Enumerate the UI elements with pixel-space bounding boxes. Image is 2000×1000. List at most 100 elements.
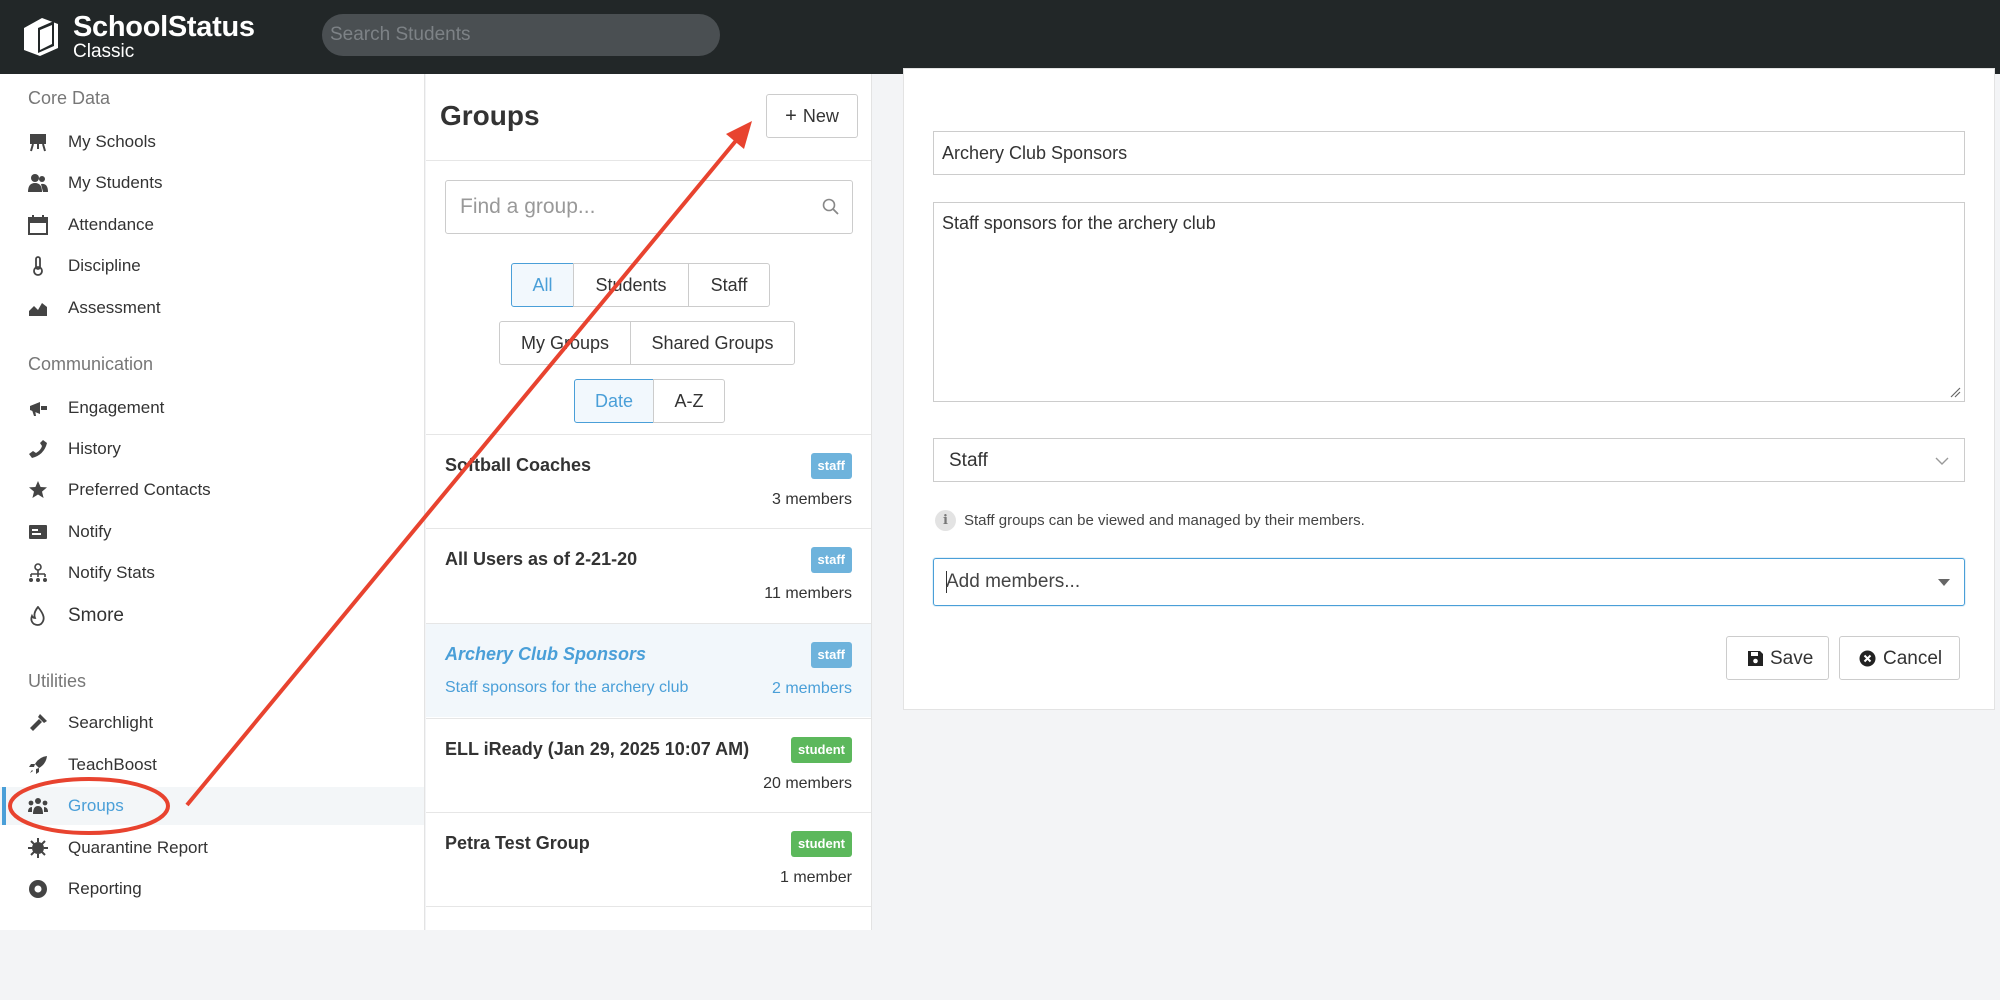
chevron-down-icon (1935, 457, 1949, 465)
area-chart-icon (29, 303, 47, 316)
sidebar-item-label: TeachBoost (68, 755, 157, 774)
sidebar-item-label: My Students (68, 173, 163, 192)
group-list-item-selected[interactable]: Archery Club Sponsors staff Staff sponso… (426, 623, 871, 717)
brand-name: SchoolStatus (73, 11, 255, 43)
calendar-icon (28, 215, 48, 235)
sidebar-item-label: My Schools (68, 132, 156, 151)
sidebar-item-engagement[interactable]: Engagement (0, 389, 424, 427)
group-type-badge: student (791, 831, 852, 857)
sidebar-item-label: Smore (68, 605, 124, 626)
filter-students-button[interactable]: Students (573, 263, 689, 307)
sidebar-item-label: Reporting (68, 879, 142, 898)
new-group-button[interactable]: + New (766, 94, 858, 138)
find-group-input[interactable] (445, 180, 853, 234)
sidebar-item-label: Groups (68, 796, 124, 815)
member-count: 2 members (771, 680, 852, 697)
sidebar-item-smore[interactable]: Smore (0, 597, 424, 635)
star-icon (29, 481, 47, 498)
search-students-input[interactable] (322, 14, 720, 56)
sidebar-item-reporting[interactable]: Reporting (0, 870, 424, 908)
sidebar-item-teachboost[interactable]: TeachBoost (0, 746, 424, 784)
add-members-field[interactable] (933, 558, 1965, 606)
sidebar-item-label: Assessment (68, 298, 161, 317)
sidebar-item-label: Engagement (68, 398, 165, 417)
member-count: 3 members (771, 491, 852, 508)
sort-date-button[interactable]: Date (574, 379, 654, 423)
sidebar-item-notify-stats[interactable]: Notify Stats (0, 554, 424, 592)
filter-staff-button[interactable]: Staff (688, 263, 770, 307)
group-name: All Users as of 2-21-20 (445, 549, 638, 569)
filter-all-button[interactable]: All (511, 263, 574, 307)
group-list-item[interactable]: Petra Test Group student 1 member (426, 812, 871, 906)
top-navbar: SchoolStatus Classic (0, 0, 2000, 74)
save-button[interactable]: Save (1726, 636, 1829, 680)
sidebar-item-discipline[interactable]: Discipline (0, 247, 424, 285)
groups-list-panel: Groups +New All Students Staff My Groups… (426, 74, 872, 930)
group-list-item[interactable]: ELL iReady (Jan 29, 2025 10:07 AM) stude… (426, 718, 871, 812)
plus-icon: + (785, 104, 797, 127)
group-type-help-text: Staff groups can be viewed and managed b… (964, 512, 1365, 529)
cancel-label: Cancel (1883, 648, 1943, 669)
group-name-field[interactable] (933, 131, 1965, 175)
easel-icon (30, 134, 46, 152)
resize-handle-icon[interactable] (1949, 386, 1961, 398)
schoolstatus-logo-icon[interactable] (20, 14, 62, 58)
people-group-icon (28, 798, 48, 814)
cancel-button[interactable]: Cancel (1839, 636, 1960, 680)
section-title-utilities: Utilities (28, 671, 87, 691)
group-name: Softball Coaches (445, 455, 592, 475)
sidebar-item-label: Searchlight (68, 713, 154, 732)
group-name: ELL iReady (Jan 29, 2025 10:07 AM) (445, 739, 750, 759)
save-label: Save (1770, 648, 1814, 669)
group-list-item[interactable]: All Users as of 2-21-20 staff 11 members (426, 528, 871, 622)
sidebar-item-searchlight[interactable]: Searchlight (0, 704, 424, 742)
group-list-item-partial[interactable] (426, 906, 871, 1000)
sidebar-item-label: History (68, 439, 121, 458)
group-name: Archery Club Sponsors (445, 644, 647, 664)
sidebar-item-quarantine-report[interactable]: Quarantine Report (0, 829, 424, 867)
sidebar-item-groups[interactable]: Groups (0, 787, 424, 825)
sidebar-item-label: Quarantine Report (68, 838, 208, 857)
rocket-icon (29, 756, 47, 774)
add-members-input[interactable] (946, 567, 1906, 597)
brand-edition: Classic (73, 41, 135, 62)
floppy-disk-icon (1748, 651, 1763, 666)
sort-a-z-button[interactable]: A-Z (653, 379, 725, 423)
sidebar-item-my-schools[interactable]: My Schools (0, 123, 424, 161)
brand: SchoolStatus Classic (73, 12, 255, 62)
search-icon (822, 198, 839, 215)
sitemap-icon (29, 563, 47, 582)
users-icon (28, 174, 48, 192)
sidebar-item-my-students[interactable]: My Students (0, 164, 424, 202)
flame-icon (30, 606, 45, 626)
phone-icon (29, 440, 47, 458)
thermometer-icon (33, 256, 43, 276)
sidebar: Core Data My Schools My Students Attenda… (0, 74, 425, 930)
group-type-badge: staff (810, 547, 852, 573)
sidebar-item-preferred-contacts[interactable]: Preferred Contacts (0, 471, 424, 509)
dropdown-arrow-icon[interactable] (1938, 579, 1950, 586)
group-type-badge: staff (810, 642, 852, 668)
sidebar-item-history[interactable]: History (0, 430, 424, 468)
member-count: 1 member (779, 869, 852, 886)
sidebar-item-label: Notify Stats (68, 563, 155, 582)
group-name: Petra Test Group (445, 833, 590, 853)
sidebar-item-notify[interactable]: Notify (0, 513, 424, 551)
info-icon: i (935, 510, 956, 531)
flashlight-icon (30, 714, 47, 731)
group-description: Staff sponsors for the archery club (445, 679, 689, 696)
filter-my-groups-button[interactable]: My Groups (499, 321, 631, 365)
sidebar-item-attendance[interactable]: Attendance (0, 206, 424, 244)
group-description-field[interactable]: Staff sponsors for the archery club (933, 202, 1965, 402)
filter-shared-groups-button[interactable]: Shared Groups (630, 321, 795, 365)
page-title: Groups (440, 100, 540, 131)
circle-dot-icon (29, 880, 47, 898)
group-type-badge: student (791, 737, 852, 763)
sidebar-item-assessment[interactable]: Assessment (0, 289, 424, 327)
id-card-icon (29, 525, 47, 539)
sidebar-item-label: Preferred Contacts (68, 480, 211, 499)
group-type-select[interactable]: Staff (933, 438, 1965, 482)
group-type-badge: staff (810, 453, 852, 479)
group-type-value: Staff (949, 450, 988, 471)
group-list-item[interactable]: Softball Coaches staff 3 members (426, 434, 871, 528)
